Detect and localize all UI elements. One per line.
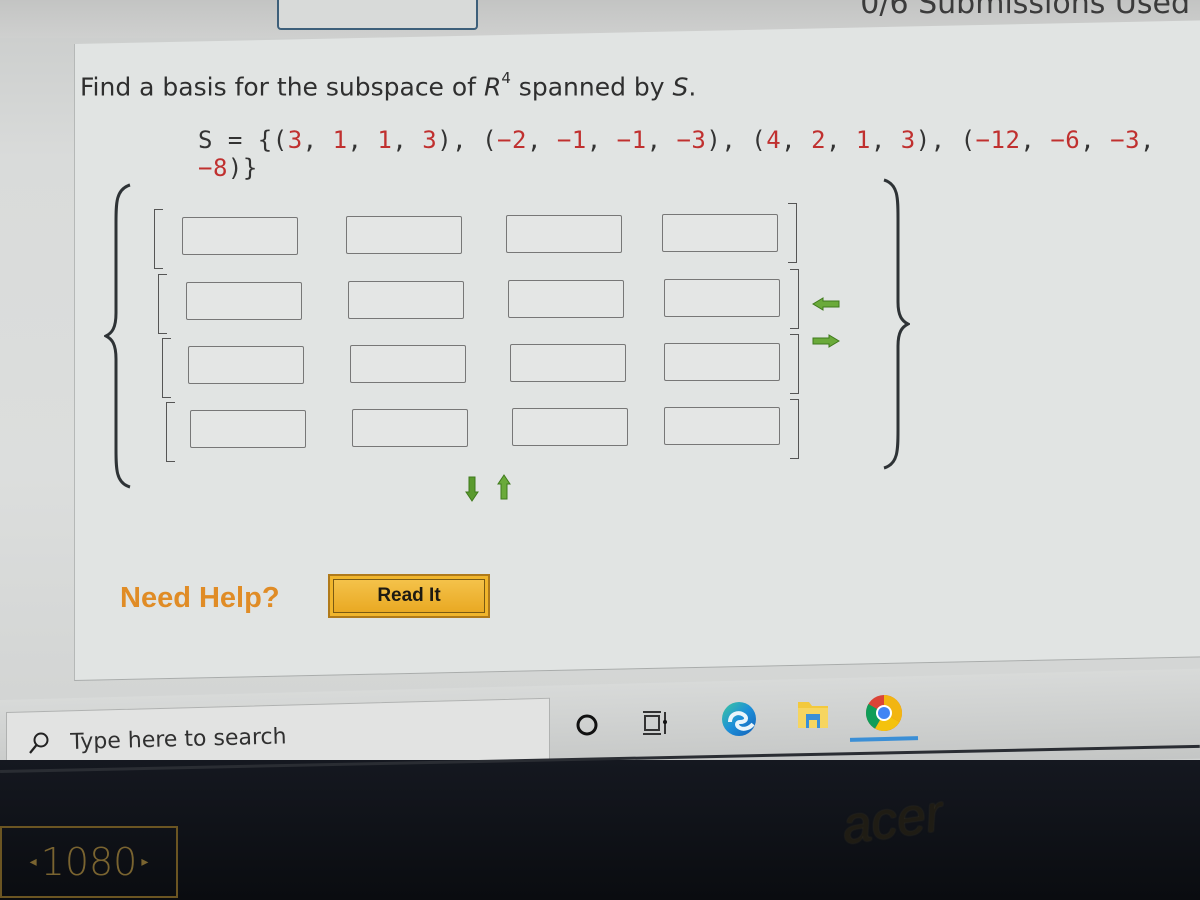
vector-component: 3 — [287, 126, 303, 154]
screen: 0/6 Submissions Used Find a basis for th… — [0, 0, 1200, 790]
basis-vector-1-component-1-input[interactable] — [182, 217, 298, 255]
row-right-bracket — [790, 269, 799, 329]
task-view-icon[interactable] — [642, 708, 670, 738]
submissions-counter: 0/6 Submissions Used — [860, 0, 1190, 21]
basis-vector-3-component-1-input[interactable] — [188, 346, 304, 384]
space-exponent: 4 — [501, 69, 511, 87]
remove-row-arrow-icon[interactable] — [465, 476, 479, 502]
vector-component: −3 — [676, 126, 707, 154]
paren-open: ( — [272, 126, 288, 154]
basis-vector-3-component-2-input[interactable] — [350, 345, 466, 383]
separator: , — [826, 126, 856, 154]
add-column-arrow-icon[interactable] — [812, 334, 840, 348]
basis-vector-4-component-1-input[interactable] — [190, 410, 306, 448]
basis-vector-3-component-4-input[interactable] — [664, 343, 780, 381]
vector-component: 4 — [766, 126, 782, 154]
chrome-icon[interactable] — [864, 693, 904, 733]
vector-component: −1 — [556, 126, 587, 154]
set-suffix: } — [242, 154, 258, 182]
basis-vector-4-component-4-input[interactable] — [664, 407, 780, 445]
right-brace-icon — [883, 178, 910, 470]
vector-component: 1 — [855, 126, 871, 154]
separator: , — [781, 126, 812, 154]
separator: , — [870, 126, 901, 154]
separator: , — [1140, 126, 1155, 154]
basis-vector-2-component-3-input[interactable] — [508, 280, 624, 318]
row-left-bracket — [162, 338, 171, 398]
vector-component: 2 — [811, 126, 827, 154]
set-symbol: S — [672, 72, 689, 102]
separator: , — [526, 126, 557, 154]
basis-vector-4-component-3-input[interactable] — [512, 408, 628, 446]
search-icon — [29, 732, 49, 754]
separator: , — [646, 126, 677, 154]
basis-vector-1-component-4-input[interactable] — [662, 214, 778, 252]
row-left-bracket — [166, 402, 175, 462]
remove-column-arrow-icon[interactable] — [812, 297, 840, 311]
file-explorer-icon[interactable] — [796, 698, 830, 730]
paren-close: ) — [227, 154, 243, 182]
basis-vector-1-component-3-input[interactable] — [506, 215, 622, 253]
edge-icon[interactable] — [720, 700, 758, 738]
paren-open: ( — [482, 126, 498, 154]
paren-close: ), — [915, 126, 961, 154]
basis-vector-4-component-2-input[interactable] — [352, 409, 468, 447]
basis-vector-2-component-2-input[interactable] — [348, 281, 464, 319]
read-it-label: Read It — [333, 579, 485, 613]
vector-component: −12 — [975, 126, 1021, 154]
row-right-bracket — [790, 399, 799, 459]
basis-vector-3-component-3-input[interactable] — [510, 344, 626, 382]
row-right-bracket — [788, 203, 797, 263]
prompt-text-before: Find a basis for the subspace of — [80, 72, 484, 102]
add-row-arrow-icon[interactable] — [497, 474, 511, 500]
need-help-label: Need Help? — [120, 582, 280, 614]
badge-left-arrow-icon: ◂ — [29, 854, 37, 870]
cortana-icon[interactable] — [574, 712, 600, 738]
vector-component: −2 — [497, 126, 527, 154]
paren-open: ( — [960, 126, 976, 154]
vector-component: −8 — [198, 154, 228, 182]
top-answer-input[interactable] — [277, 0, 478, 30]
vector-component: 1 — [377, 126, 393, 154]
space-symbol: R — [483, 72, 502, 102]
separator: , — [1020, 126, 1051, 154]
vector-component: 3 — [900, 126, 916, 154]
left-brace-icon — [104, 183, 131, 489]
vector-component: 1 — [332, 126, 348, 154]
vector-component: −1 — [616, 126, 647, 154]
prompt-text-after: spanned by — [510, 72, 673, 102]
basis-vector-2-component-4-input[interactable] — [664, 279, 780, 317]
vector-component: 3 — [422, 126, 438, 154]
question-prompt: Find a basis for the subspace of R4 span… — [80, 69, 697, 102]
monitor-bezel — [0, 760, 1200, 900]
vector-list: (3, 1, 1, 3), (−2, −1, −1, −3), (4, 2, 1… — [198, 126, 1155, 182]
read-it-button[interactable]: Read It — [328, 574, 490, 618]
row-left-bracket — [154, 209, 163, 269]
set-definition: S = {(3, 1, 1, 3), (−2, −1, −1, −3), (4,… — [198, 126, 1200, 182]
prompt-end: . — [688, 72, 697, 102]
set-prefix: S = { — [198, 126, 273, 154]
paren-close: ), — [706, 126, 752, 154]
separator: , — [347, 126, 378, 154]
separator: , — [586, 126, 617, 154]
basis-vector-1-component-2-input[interactable] — [346, 216, 462, 254]
row-left-bracket — [158, 274, 167, 334]
vector-component: −3 — [1110, 126, 1141, 154]
resolution-badge: ◂ 1080 ▸ — [0, 826, 178, 898]
vector-component: −6 — [1050, 126, 1081, 154]
basis-vector-2-component-1-input[interactable] — [186, 282, 302, 320]
paren-open: ( — [751, 126, 767, 154]
paren-close: ), — [437, 126, 483, 154]
badge-text: 1080 — [40, 840, 138, 884]
separator: , — [392, 126, 423, 154]
row-right-bracket — [790, 334, 799, 394]
separator: , — [302, 126, 333, 154]
badge-right-arrow-icon: ▸ — [141, 854, 149, 870]
separator: , — [1080, 126, 1111, 154]
